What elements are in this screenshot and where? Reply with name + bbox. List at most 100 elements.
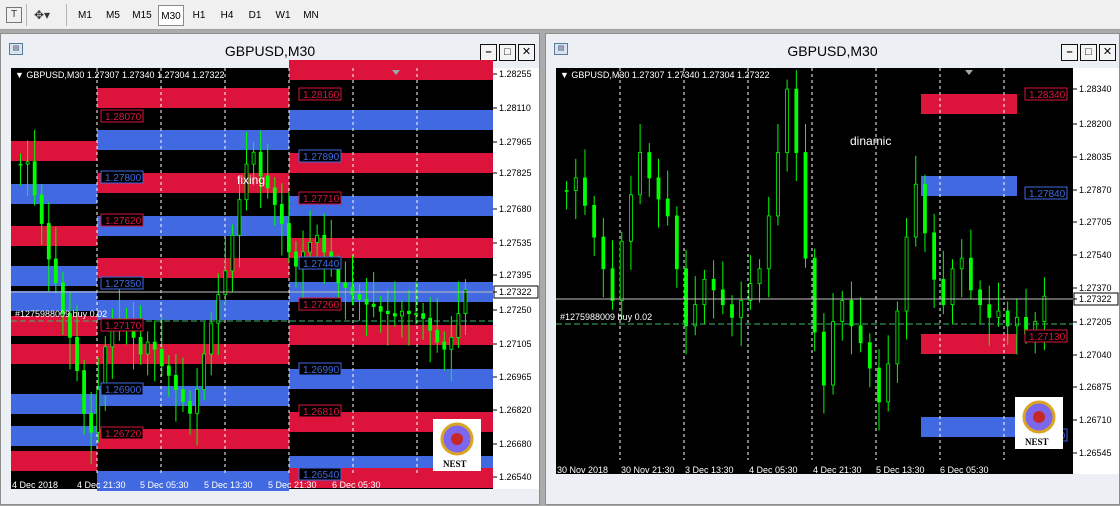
price-axis-label: 1.26545: [1079, 448, 1112, 458]
price-axis-label: 1.27870: [1079, 185, 1112, 195]
order-label: #1275988009 buy 0.02: [15, 309, 107, 319]
candle-body: [932, 232, 937, 280]
candle-body: [959, 257, 964, 270]
candle-body: [145, 341, 150, 355]
candle-body: [251, 151, 256, 165]
price-axis-label: 1.28035: [1079, 152, 1112, 162]
price-axis-label: 1.27535: [499, 238, 532, 248]
candle-body: [449, 336, 454, 350]
candle-body: [968, 257, 973, 291]
candle-body: [272, 187, 277, 205]
candle-body: [152, 341, 157, 350]
candle-body: [665, 198, 670, 217]
candle-body: [279, 204, 284, 224]
level-label: 1.27800: [105, 173, 142, 184]
candle-body: [831, 321, 835, 386]
candle-body: [684, 268, 688, 327]
time-axis-label: 30 Nov 2018: [557, 465, 608, 475]
zone-band: [921, 94, 1017, 114]
timeframe-h4-button[interactable]: H4: [214, 5, 240, 26]
price-axis-label: 1.27965: [499, 137, 532, 147]
price-chart-dinamic[interactable]: #1275988009 buy 0.02 1.28340 1.27840 1.2713…: [546, 34, 1120, 506]
time-axis-label: 4 Dec 21:30: [77, 480, 126, 490]
price-axis-label: 1.26710: [1079, 415, 1112, 425]
candle-body: [720, 289, 725, 306]
price-axis-label: 1.28200: [1079, 119, 1112, 129]
candle-body: [601, 236, 606, 270]
candle-body: [202, 353, 207, 390]
candle-body: [195, 389, 199, 414]
timeframe-d1-button[interactable]: D1: [242, 5, 268, 26]
candle-body: [421, 313, 425, 319]
candle-body: [821, 331, 826, 386]
candle-body: [32, 161, 37, 196]
candle-body: [294, 251, 298, 267]
zone-band: [97, 300, 289, 320]
zone-band: [97, 88, 289, 108]
candle-body: [592, 204, 597, 238]
candle-body: [564, 190, 569, 192]
toolbar-separator: [26, 4, 27, 26]
price-axis-label: 1.28340: [1079, 84, 1112, 94]
price-axis-label: 1.26540: [499, 472, 532, 482]
candle-body: [223, 270, 228, 296]
candle-body: [442, 341, 447, 350]
price-axis-label: 1.27825: [499, 168, 532, 178]
level-label: 1.28340: [1029, 90, 1066, 101]
timeframe-mn-button[interactable]: MN: [298, 5, 324, 26]
candle-body: [378, 306, 383, 312]
candle-body: [385, 310, 390, 315]
timeframe-m1-button[interactable]: M1: [72, 5, 98, 26]
candle-body: [308, 242, 312, 253]
timeframe-m30-button[interactable]: M30: [158, 5, 184, 26]
zone-band: [97, 258, 289, 278]
candle-body: [322, 234, 327, 253]
ohlc-header: ▼ GBPUSD,M30 1.27307 1.27340 1.27304 1.2…: [15, 70, 225, 80]
price-axis-label: 1.27205: [1079, 317, 1112, 327]
timeframe-h1-button[interactable]: H1: [186, 5, 212, 26]
level-label: 1.27710: [303, 194, 340, 205]
time-axis-label: 6 Dec 05:30: [332, 480, 381, 490]
level-label: 1.26990: [303, 365, 340, 376]
candle-body: [188, 401, 192, 414]
price-axis-label: 1.27705: [1079, 217, 1112, 227]
candle-body: [364, 298, 369, 305]
candle-body: [619, 240, 624, 301]
chart-window-dinamic: ▤ GBPUSD,M30 – □ ✕ #1275988009 buy 0.02 1…: [545, 33, 1120, 505]
timeframe-m15-button[interactable]: M15: [128, 5, 156, 26]
candle-body: [265, 175, 270, 189]
price-axis-label: 1.27105: [499, 339, 532, 349]
candle-body: [181, 389, 185, 402]
candle-body: [25, 161, 30, 165]
level-label: 1.28070: [105, 112, 142, 123]
level-label: 1.27440: [303, 259, 340, 270]
candle-body: [748, 283, 753, 301]
timeframe-w1-button[interactable]: W1: [270, 5, 296, 26]
text-tool-icon[interactable]: T: [6, 7, 22, 23]
candle-body: [392, 313, 397, 317]
candle-body: [110, 329, 115, 348]
candle-body: [159, 348, 164, 367]
candle-body: [209, 322, 214, 355]
candle-body: [138, 336, 143, 355]
zone-band: [289, 110, 493, 130]
drawing-tools-icon[interactable]: ✥▾: [34, 5, 58, 26]
candle-body: [702, 278, 707, 306]
timeframe-m5-button[interactable]: M5: [100, 5, 126, 26]
level-label: 1.27260: [303, 300, 340, 311]
price-chart-fixing[interactable]: #1275988009 buy 0.02 1.28160 1.28070 1.2789…: [1, 34, 541, 506]
candle-body: [877, 367, 881, 403]
candle-body: [776, 152, 780, 217]
time-axis-label: 5 Dec 21:30: [268, 480, 317, 490]
zone-band: [289, 60, 493, 80]
candle-body: [766, 215, 771, 270]
candle-body: [463, 289, 468, 315]
candle-body: [923, 183, 927, 234]
candle-body: [371, 303, 376, 307]
candle-body: [978, 289, 982, 306]
zone-band: [11, 316, 97, 336]
candle-body: [174, 374, 178, 390]
candle-body: [1014, 316, 1019, 327]
price-axis-label: 1.26680: [499, 439, 532, 449]
candle-body: [456, 313, 461, 338]
